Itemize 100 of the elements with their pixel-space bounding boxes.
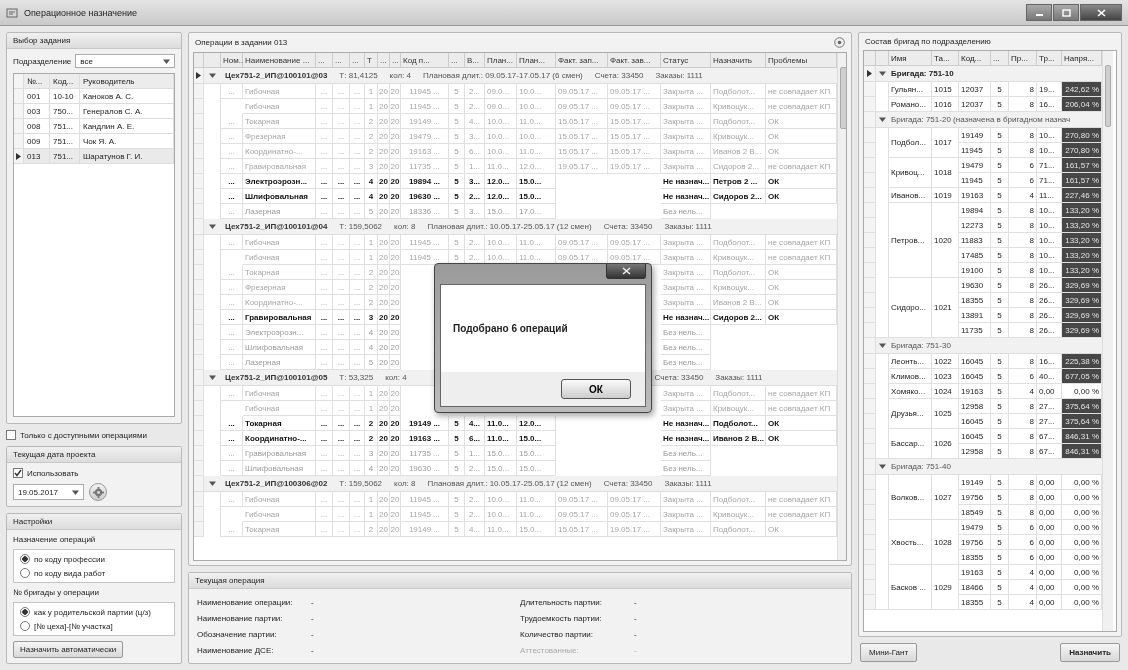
table-cell: 12.0...: [485, 189, 517, 204]
column-header[interactable]: Имя: [889, 51, 932, 66]
column-header[interactable]: План...: [485, 53, 517, 68]
table-row[interactable]: 008 751... Кандлин А. Е.: [14, 119, 174, 134]
column-header[interactable]: План...: [517, 53, 556, 68]
table-cell: 5: [991, 429, 1009, 444]
table-cell: 20: [390, 159, 401, 174]
group-row[interactable]: Цех751-2_ИП@100101@03 Т: 81,4125 кол: 4 Плановая длит.: 09.05.17-17.05.17 (6 смен) Счета: 33450 Заказы: 1111: [194, 68, 837, 84]
table-cell: 1: [365, 492, 378, 507]
column-header[interactable]: ...: [378, 53, 390, 68]
date-field[interactable]: 19.05.2017: [13, 484, 85, 500]
table-cell: 6: [1009, 158, 1037, 173]
ok-button[interactable]: ОК: [561, 379, 631, 399]
column-header[interactable]: Код...: [959, 51, 991, 66]
group-row[interactable]: Бригада: 751-10: [864, 66, 1102, 82]
table-cell: 8: [1009, 233, 1037, 248]
group-row[interactable]: Цех751-2_ИП@100306@02 Т: 159,5062 кол: 8 Плановая длит.: 10.05.17-25.05.17 (12 смен) Счета: 33450 Заказы: 1111: [194, 476, 837, 492]
table-cell: Друзья...: [889, 399, 932, 429]
table-cell: 12.0...: [517, 416, 556, 431]
radio-button[interactable]: как у родительской партии (ц/з): [20, 607, 168, 617]
column-header[interactable]: №...: [24, 74, 50, 89]
table-cell: ...: [221, 84, 243, 99]
table-cell: 1: [365, 507, 378, 522]
table-cell: 5: [991, 595, 1009, 610]
table-cell: 20: [378, 295, 390, 310]
table-cell: 8: [1009, 293, 1037, 308]
column-header[interactable]: Проблемы: [766, 53, 837, 68]
table-cell: Гибочная: [243, 99, 316, 114]
auto-assign-button[interactable]: Назначить автоматически: [13, 641, 124, 658]
table-cell: ...: [221, 340, 243, 355]
table-row[interactable]: 003 750... Генералов С. А.: [14, 104, 174, 119]
table-cell: 5: [449, 431, 465, 446]
table-cell: 20: [390, 507, 401, 522]
table-cell: Гибочная: [243, 235, 316, 250]
group-row[interactable]: Бригада: 751-20 (назначена в бригадном назнач: [864, 112, 1102, 128]
column-header[interactable]: ...: [333, 53, 350, 68]
column-header[interactable]: Факт. зап...: [556, 53, 608, 68]
table-cell: 5: [991, 369, 1009, 384]
column-header[interactable]: ...: [991, 51, 1009, 66]
checkbox[interactable]: Использовать: [13, 468, 175, 478]
group-info: Т: 81,4125: [339, 71, 378, 80]
table-cell: ...: [221, 295, 243, 310]
column-header[interactable]: Напря...: [1062, 51, 1102, 66]
column-header[interactable]: В...: [465, 53, 485, 68]
table-cell: 15.05.17 ...: [556, 129, 608, 144]
radio-button[interactable]: [№ цеха]-[№ участка]: [20, 621, 168, 631]
radio-button[interactable]: по коду вида работ: [20, 568, 168, 578]
table-cell: 2: [365, 114, 378, 129]
checkbox[interactable]: Только с доступными операциями: [6, 430, 182, 440]
load-cell: 329,69 %: [1062, 323, 1102, 338]
group-row[interactable]: Бригада: 751-40: [864, 459, 1102, 475]
column-header[interactable]: ...: [316, 53, 333, 68]
column-header[interactable]: Наименование ...: [243, 53, 316, 68]
table-cell: ...: [333, 250, 350, 265]
table-cell: 19163 ...: [401, 431, 449, 446]
column-header[interactable]: Т: [365, 53, 378, 68]
table-cell: ...: [316, 386, 333, 401]
column-header[interactable]: Статус: [661, 53, 711, 68]
column-header[interactable]: Руководитель: [80, 74, 174, 89]
table-cell: Без нель...: [661, 340, 711, 355]
table-cell: ...: [221, 310, 243, 325]
gantt-button[interactable]: Мини-Гант: [860, 643, 918, 662]
table-cell: 5: [449, 507, 465, 522]
table-cell: 20: [390, 446, 401, 461]
group-row[interactable]: Цех751-2_ИП@100101@04 Т: 159,5062 кол: 8 Плановая длит.: 10.05.17-25.05.17 (12 смен) Счета: 33450 Заказы: 1111: [194, 219, 837, 235]
radio-button[interactable]: по коду профессии: [20, 554, 168, 564]
column-header[interactable]: Та...: [932, 51, 959, 66]
column-header[interactable]: Пр...: [1009, 51, 1037, 66]
table-cell: Фрезерная: [243, 280, 316, 295]
group-info: Счета: 33450: [594, 71, 644, 80]
column-header[interactable]: Код...: [50, 74, 80, 89]
table-cell: 11735 ...: [401, 446, 449, 461]
column-header[interactable]: Назначить: [711, 53, 766, 68]
column-header[interactable]: ...: [350, 53, 365, 68]
table-cell: ...: [333, 280, 350, 295]
table-cell: ...: [350, 325, 365, 340]
column-header[interactable]: ...: [449, 53, 465, 68]
group-row[interactable]: Бригада: 751-30: [864, 338, 1102, 354]
table-cell: 19.05.17 ...: [608, 522, 661, 537]
table-cell: ...: [350, 401, 365, 416]
column-header[interactable]: ...: [390, 53, 401, 68]
column-header[interactable]: Код п...: [401, 53, 449, 68]
column-header[interactable]: Тр...: [1037, 51, 1062, 66]
table-cell: 19100: [959, 263, 991, 278]
table-cell: 0,00: [1037, 580, 1062, 595]
table-cell: Шаратунов Г. И.: [80, 149, 174, 164]
assign-button[interactable]: Назначить: [1060, 643, 1120, 662]
table-cell: Закрыта ...: [661, 235, 711, 250]
table-row[interactable]: 001 10-10 Каноков А. С.: [14, 89, 174, 104]
table-cell: 09.05.17 ...: [608, 99, 661, 114]
table-cell: 16045: [959, 354, 991, 369]
table-cell: 5: [991, 565, 1009, 580]
department-select[interactable]: все: [75, 54, 175, 68]
table-cell: Закрыта ...: [661, 129, 711, 144]
table-cell: Каноков А. С.: [80, 89, 174, 104]
group-title: Бригада: 751-10: [890, 69, 954, 78]
column-header[interactable]: Факт. зав...: [608, 53, 661, 68]
table-row[interactable]: 013 751... Шаратунов Г. И.: [14, 149, 174, 164]
table-cell: 5: [991, 580, 1009, 595]
table-cell: 19.05.17 ...: [556, 159, 608, 174]
